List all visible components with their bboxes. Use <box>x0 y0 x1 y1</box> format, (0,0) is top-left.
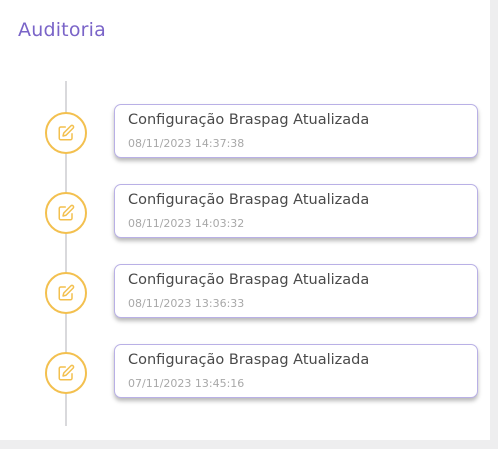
audit-timestamp: 07/11/2023 13:45:16 <box>128 377 245 390</box>
audit-card[interactable]: Configuração Braspag Atualizada 08/11/20… <box>114 264 478 318</box>
edit-icon <box>45 272 87 314</box>
audit-panel: Auditoria Configuração Braspag Atualizad… <box>0 0 490 440</box>
audit-title: Configuração Braspag Atualizada <box>128 112 370 128</box>
audit-timestamp: 08/11/2023 14:03:32 <box>128 217 245 230</box>
audit-card[interactable]: Configuração Braspag Atualizada 08/11/20… <box>114 104 478 158</box>
page-title: Auditoria <box>18 19 106 41</box>
audit-title: Configuração Braspag Atualizada <box>128 352 370 368</box>
timeline-entry: Configuração Braspag Atualizada 08/11/20… <box>0 104 490 160</box>
audit-title: Configuração Braspag Atualizada <box>128 192 370 208</box>
audit-card[interactable]: Configuração Braspag Atualizada 08/11/20… <box>114 184 478 238</box>
audit-timestamp: 08/11/2023 13:36:33 <box>128 297 245 310</box>
edit-icon <box>45 192 87 234</box>
audit-timestamp: 08/11/2023 14:37:38 <box>128 137 245 150</box>
audit-title: Configuração Braspag Atualizada <box>128 272 370 288</box>
timeline-entry: Configuração Braspag Atualizada 08/11/20… <box>0 184 490 240</box>
timeline-entry: Configuração Braspag Atualizada 07/11/20… <box>0 344 490 400</box>
audit-card[interactable]: Configuração Braspag Atualizada 07/11/20… <box>114 344 478 398</box>
edit-icon <box>45 352 87 394</box>
edit-icon <box>45 112 87 154</box>
timeline-entry: Configuração Braspag Atualizada 08/11/20… <box>0 264 490 320</box>
